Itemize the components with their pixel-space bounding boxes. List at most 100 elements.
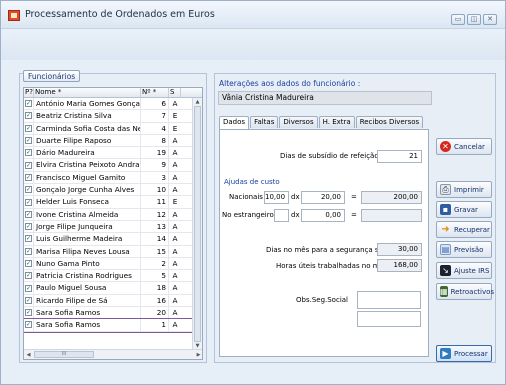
row-checkbox-cell: ✓ bbox=[24, 282, 34, 294]
row-checkbox-cell: ✓ bbox=[24, 98, 34, 110]
table-row[interactable]: ✓ Ivone Cristina Almeida 12 A bbox=[24, 208, 202, 221]
row-checkbox-cell: ✓ bbox=[24, 171, 34, 184]
col-header-num[interactable]: Nº * bbox=[141, 88, 169, 97]
row-checkbox[interactable]: ✓ bbox=[25, 186, 32, 194]
row-status: E bbox=[172, 111, 178, 121]
retroactivos-button[interactable]: ▦ Retroactivos bbox=[436, 283, 494, 300]
tab-content-dados: Dias de subsídio de refeição 21 Ajudas d… bbox=[219, 129, 429, 357]
table-row[interactable]: ✓ Helder Luis Fonseca 11 E bbox=[24, 196, 202, 209]
row-checkbox-cell: ✓ bbox=[24, 245, 34, 257]
row-status: A bbox=[172, 308, 178, 318]
nacionais-qty-input[interactable]: 10,00 bbox=[264, 191, 289, 204]
obs-seg-social-input2[interactable] bbox=[357, 311, 421, 327]
estrangeiro-qty-input[interactable] bbox=[274, 209, 289, 222]
cancelar-button[interactable]: ✕ Cancelar bbox=[436, 138, 492, 155]
tab-recibos-diversos[interactable]: Recibos Diversos bbox=[355, 116, 424, 128]
row-checkbox[interactable]: ✓ bbox=[25, 161, 32, 169]
horas-label: Horas úteis trabalhadas no mês bbox=[276, 262, 388, 270]
table-row[interactable]: ✓ Dário Madureira 19 A bbox=[24, 147, 202, 160]
table-row[interactable]: ✓ Sara Sofia Ramos 1 A bbox=[24, 318, 202, 333]
table-row[interactable]: ✓ Beatriz Cristina Silva 7 E bbox=[24, 110, 202, 123]
details-panel: Alterações aos dados do funcionário : Vâ… bbox=[214, 73, 496, 363]
row-checkbox-cell: ✓ bbox=[24, 270, 34, 282]
table-row[interactable]: ✓ Sara Sofia Ramos 20 A bbox=[24, 307, 202, 320]
row-checkbox[interactable]: ✓ bbox=[25, 210, 32, 218]
col-header-s[interactable]: S bbox=[169, 88, 181, 97]
row-name: Luis Guilherme Madeira bbox=[34, 233, 141, 245]
table-row[interactable]: ✓ Elvira Cristina Peixoto Andrac 9 A bbox=[24, 159, 202, 172]
table-row[interactable]: ✓ Marisa Filipa Neves Lousa 15 A bbox=[24, 245, 202, 258]
row-number: 12 bbox=[141, 208, 169, 220]
table-row[interactable]: ✓ Ricardo Filipe de Sá 16 A bbox=[24, 294, 202, 308]
row-checkbox-cell: ✓ bbox=[24, 184, 34, 196]
row-checkbox[interactable]: ✓ bbox=[25, 137, 32, 145]
vertical-scrollbar[interactable]: ▲ ▼ bbox=[192, 98, 202, 350]
table-row[interactable]: ✓ Nuno Gama Pinto 2 A bbox=[24, 257, 202, 271]
maximize-button[interactable]: ◫ bbox=[467, 14, 481, 25]
table-row[interactable]: ✓ Luis Guilherme Madeira 14 A bbox=[24, 233, 202, 246]
dias-mes-value: 30,00 bbox=[377, 243, 422, 256]
nacionais-dx-label: dx bbox=[291, 193, 300, 201]
scroll-thumb[interactable] bbox=[194, 106, 201, 342]
close-button[interactable]: ✕ bbox=[483, 14, 497, 25]
obs-seg-social-input1[interactable] bbox=[357, 291, 421, 309]
row-number: 16 bbox=[141, 294, 169, 307]
row-checkbox[interactable]: ✓ bbox=[25, 260, 32, 267]
table-row[interactable]: ✓ Paulo Miguel Sousa 18 A bbox=[24, 282, 202, 295]
scroll-left-icon[interactable]: ◀ bbox=[24, 351, 33, 359]
previsao-button[interactable]: ▤ Previsão bbox=[436, 241, 492, 258]
estrangeiro-rate-input[interactable]: 0,00 bbox=[301, 209, 345, 222]
col-header-p[interactable]: P? bbox=[24, 88, 34, 97]
funcionarios-button[interactable]: Funcionários bbox=[23, 70, 81, 82]
row-checkbox[interactable]: ✓ bbox=[25, 235, 32, 243]
nacionais-rate-input[interactable]: 20,00 bbox=[301, 191, 345, 204]
row-checkbox[interactable]: ✓ bbox=[25, 198, 32, 206]
dias-subsidio-input[interactable]: 21 bbox=[377, 150, 422, 163]
gravar-button[interactable]: ▪ Gravar bbox=[436, 201, 492, 218]
row-checkbox[interactable]: ✓ bbox=[25, 321, 32, 329]
tab-diversos[interactable]: Diversos bbox=[279, 116, 318, 128]
col-header-nome[interactable]: Nome * bbox=[34, 88, 141, 97]
row-number: 19 bbox=[141, 147, 169, 159]
row-checkbox[interactable]: ✓ bbox=[25, 272, 32, 280]
row-status: E bbox=[172, 123, 178, 133]
row-checkbox-cell: ✓ bbox=[24, 159, 34, 171]
scroll-right-icon[interactable]: ▶ bbox=[194, 351, 202, 359]
preview-icon: ▤ bbox=[440, 244, 451, 255]
table-row[interactable]: ✓ Gonçalo Jorge Cunha Alves 10 A bbox=[24, 184, 202, 197]
row-status: A bbox=[172, 246, 178, 256]
row-checkbox[interactable]: ✓ bbox=[25, 100, 32, 108]
table-row[interactable]: ✓ Francisco Miguel Gamito 3 A bbox=[24, 171, 202, 185]
row-checkbox[interactable]: ✓ bbox=[25, 284, 32, 292]
scroll-up-icon[interactable]: ▲ bbox=[193, 98, 202, 106]
table-row[interactable]: ✓ Patricia Cristina Rodrigues 5 A bbox=[24, 270, 202, 283]
row-checkbox[interactable]: ✓ bbox=[25, 124, 32, 132]
row-checkbox[interactable]: ✓ bbox=[25, 247, 32, 255]
ajuste-irs-button[interactable]: ↘ Ajuste IRS bbox=[436, 262, 492, 279]
row-number: 1 bbox=[141, 319, 169, 331]
recuperar-button[interactable]: ➜ Recuperar bbox=[436, 221, 492, 238]
row-checkbox[interactable]: ✓ bbox=[25, 296, 32, 304]
row-status: A bbox=[172, 209, 178, 219]
row-checkbox[interactable]: ✓ bbox=[25, 309, 32, 317]
row-checkbox[interactable]: ✓ bbox=[25, 112, 32, 120]
tab-bar: Dados Faltas Diversos H. Extra Recibos D… bbox=[219, 116, 424, 129]
table-row[interactable]: ✓ Carminda Sofia Costa das Ne 4 E bbox=[24, 122, 202, 135]
processar-button[interactable]: ▶ Processar bbox=[436, 345, 492, 362]
minimize-button[interactable]: ▭ bbox=[451, 14, 465, 25]
horizontal-scrollbar[interactable]: ◀ III ▶ bbox=[24, 349, 202, 359]
row-checkbox[interactable]: ✓ bbox=[25, 173, 32, 181]
tab-faltas[interactable]: Faltas bbox=[250, 116, 279, 128]
row-checkbox[interactable]: ✓ bbox=[25, 223, 32, 231]
ajuste-irs-label: Ajuste IRS bbox=[454, 266, 490, 275]
table-row[interactable]: ✓ António Maria Gomes Gonçalv 6 A bbox=[24, 98, 202, 111]
hscroll-thumb[interactable]: III bbox=[34, 351, 94, 358]
table-row[interactable]: ✓ Duarte Filipe Raposo 8 A bbox=[24, 134, 202, 148]
row-checkbox[interactable]: ✓ bbox=[25, 149, 32, 157]
tab-h-extra[interactable]: H. Extra bbox=[318, 116, 355, 128]
tab-dados[interactable]: Dados bbox=[219, 116, 250, 129]
row-number: 2 bbox=[141, 257, 169, 270]
row-status: A bbox=[172, 295, 178, 305]
imprimir-button[interactable]: ⎙ Imprimir bbox=[436, 181, 492, 198]
table-row[interactable]: ✓ Jorge Filipe Junqueira 13 A bbox=[24, 220, 202, 234]
